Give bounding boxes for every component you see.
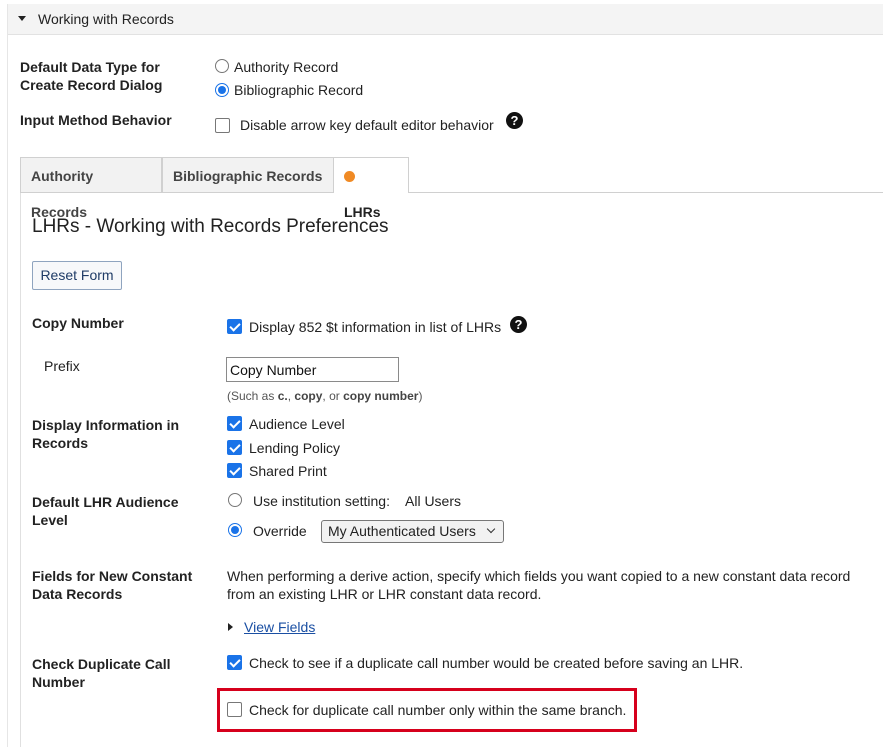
- duplicate-call-label-line2: Number: [32, 674, 85, 690]
- copy-number-label: Copy Number: [32, 315, 124, 331]
- constant-fields-label: Fields for New Constant Data Records: [32, 567, 192, 603]
- display-info-label-line2: Records: [32, 435, 89, 451]
- tab-authority-records-label: Authority Records: [31, 168, 94, 220]
- prefix-hint-post: ): [418, 389, 423, 403]
- tab-bibliographic-records[interactable]: Bibliographic Records: [162, 157, 334, 192]
- lending-policy-checkbox[interactable]: [227, 440, 242, 455]
- audience-level-setting-label: Default LHR Audience Level: [32, 493, 179, 529]
- lending-policy-label: Lending Policy: [249, 440, 341, 456]
- tab-bibliographic-records-label: Bibliographic Records: [173, 168, 323, 184]
- panel-left-border: [20, 193, 21, 747]
- display-info-label: Display Information in Records: [32, 416, 179, 452]
- audience-level-setting-label-line2: Level: [32, 512, 68, 528]
- override-label: Override: [253, 523, 307, 539]
- section-title: Working with Records: [38, 11, 174, 27]
- constant-fields-label-line1: Fields for New Constant: [32, 568, 193, 584]
- content-left-border: [7, 4, 8, 747]
- constant-fields-description-line2: from an existing LHR or LHR constant dat…: [227, 586, 542, 602]
- panel-title: LHRs - Working with Records Preferences: [32, 216, 389, 237]
- bibliographic-record-radio[interactable]: [215, 83, 229, 97]
- use-institution-label: Use institution setting:: [253, 493, 390, 509]
- disable-arrow-key-checkbox[interactable]: [215, 118, 230, 133]
- authority-record-radio[interactable]: [215, 59, 229, 73]
- disable-arrow-key-label: Disable arrow key default editor behavio…: [240, 117, 494, 133]
- tab-authority-records[interactable]: Authority Records: [20, 157, 162, 220]
- chevron-down-icon: [486, 524, 496, 534]
- section-header-working-with-records[interactable]: Working with Records: [8, 4, 883, 35]
- audience-level-setting-label-line1: Default LHR Audience: [32, 494, 179, 510]
- prefix-hint-pre: (Such as: [227, 389, 278, 403]
- duplicate-call-label: Check Duplicate Call Number: [32, 655, 171, 691]
- input-method-label: Input Method Behavior: [20, 112, 172, 128]
- prefix-hint-sep-2: , or: [322, 389, 344, 403]
- check-duplicate-checkbox[interactable]: [227, 655, 242, 670]
- audience-level-checkbox[interactable]: [227, 416, 242, 431]
- view-fields-link[interactable]: View Fields: [244, 619, 315, 635]
- default-data-type-label-line2: Create Record Dialog: [20, 77, 163, 93]
- constant-fields-description-line1: When performing a derive action, specify…: [227, 568, 851, 584]
- override-audience-select[interactable]: My Authenticated Users: [321, 520, 504, 543]
- authority-record-label: Authority Record: [234, 59, 339, 75]
- copy-number-help-icon[interactable]: ?: [510, 316, 527, 333]
- display-852-checkbox[interactable]: [227, 319, 242, 334]
- default-data-type-label: Default Data Type for Create Record Dial…: [20, 58, 162, 94]
- prefix-hint-example-2: copy: [294, 389, 323, 403]
- tabs-baseline: [20, 192, 883, 193]
- default-data-type-label-line1: Default Data Type for: [20, 59, 160, 75]
- bibliographic-record-label: Bibliographic Record: [234, 82, 364, 98]
- prefix-input[interactable]: [226, 357, 399, 382]
- override-select-value: My Authenticated Users: [328, 523, 476, 539]
- duplicate-call-label-line1: Check Duplicate Call: [32, 656, 171, 672]
- check-duplicate-label: Check to see if a duplicate call number …: [249, 655, 744, 671]
- help-icon[interactable]: ?: [506, 112, 523, 129]
- prefix-hint-example-3: copy number: [343, 389, 419, 403]
- shared-print-label: Shared Print: [249, 463, 327, 479]
- audience-level-label: Audience Level: [249, 416, 345, 432]
- constant-fields-description: When performing a derive action, specify…: [227, 567, 877, 603]
- same-branch-label: Check for duplicate call number only wit…: [249, 702, 627, 718]
- prefix-label: Prefix: [44, 358, 80, 374]
- display-info-label-line1: Display Information in: [32, 417, 180, 433]
- active-tab-dot-icon: [344, 171, 355, 182]
- tab-lhrs[interactable]: LHRs: [333, 157, 409, 220]
- override-radio[interactable]: [228, 523, 242, 537]
- use-institution-radio[interactable]: [228, 493, 242, 507]
- institution-value: All Users: [405, 493, 462, 509]
- prefix-hint-example-1: c.: [277, 389, 288, 403]
- prefix-hint: (Such as c., copy, or copy number): [227, 389, 422, 403]
- display-852-label: Display 852 $t information in list of LH…: [249, 319, 502, 335]
- caret-down-icon: [18, 16, 26, 21]
- reset-form-button[interactable]: Reset Form: [32, 261, 122, 290]
- constant-fields-label-line2: Data Records: [32, 586, 123, 602]
- same-branch-checkbox[interactable]: [227, 702, 242, 717]
- shared-print-checkbox[interactable]: [227, 463, 242, 478]
- expand-triangle-icon[interactable]: [228, 623, 233, 631]
